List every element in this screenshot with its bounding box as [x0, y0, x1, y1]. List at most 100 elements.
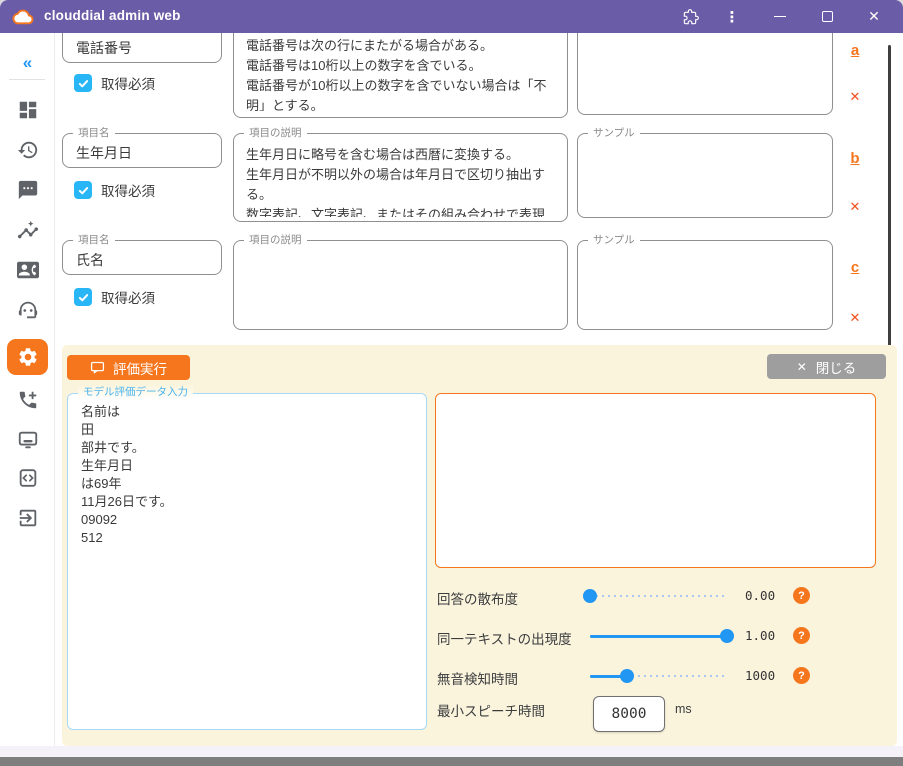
monitor-icon [90, 360, 105, 375]
run-evaluation-label: 評価実行 [113, 358, 167, 378]
required-label: 取得必須 [101, 180, 155, 200]
sidebar-item-settings-active[interactable] [0, 338, 55, 376]
required-checkbox[interactable] [74, 74, 92, 92]
field-description-text: 生年月日に略号を含む場合は西暦に変換する。 生年月日が不明以外の場合は年月日で区… [246, 145, 557, 217]
row-link-c[interactable]: c [844, 259, 866, 276]
field-name-input[interactable]: 項目名 氏名 [62, 240, 222, 275]
sidebar-item-support[interactable] [0, 293, 55, 327]
dispersion-slider[interactable] [590, 589, 727, 603]
min-speech-input[interactable] [593, 696, 665, 732]
evaluation-output-box [435, 393, 876, 568]
help-icon[interactable]: ? [793, 667, 810, 684]
slider-thumb[interactable] [720, 629, 734, 643]
taskbar-edge [0, 757, 903, 766]
field-name-input[interactable]: 電話番号 [62, 33, 222, 63]
field-sample-legend: サンプル [588, 126, 640, 141]
support-agent-icon [17, 299, 39, 321]
min-speech-unit: ms [675, 702, 692, 716]
slider-track [590, 595, 727, 597]
contact-phone-icon [17, 259, 39, 281]
row-link-b[interactable]: b [844, 150, 866, 167]
field-description-input[interactable]: 電話番号は次の行にまたがる場合がある。 電話番号は10桁以上の数字を含でいる。 … [233, 33, 568, 118]
field-definition-list: 電話番号 取得必須 電話番号は次の行にまたがる場合がある。 電話番号は10桁以上… [55, 33, 903, 345]
sidebar-item-dashboard[interactable] [0, 93, 55, 127]
sidebar-item-history[interactable] [0, 133, 55, 167]
add-call-icon [17, 389, 39, 411]
slider-label-same-text: 同一テキストの出現度 [437, 628, 572, 648]
sidebar-item-chat[interactable] [0, 173, 55, 207]
field-description-input[interactable]: 項目の説明 [233, 240, 568, 330]
window-title: clouddial admin web [44, 8, 181, 23]
field-name-value: 氏名 [76, 250, 104, 270]
developer-mode-icon [17, 467, 39, 489]
model-input-legend: モデル評価データ入力 [78, 385, 193, 400]
maximize-icon [822, 11, 833, 22]
main-content: 電話番号 取得必須 電話番号は次の行にまたがる場合がある。 電話番号は10桁以上… [55, 33, 903, 746]
field-sample-input[interactable]: サンプル [577, 133, 833, 218]
dashboard-icon [17, 99, 39, 121]
sidebar-collapse-button[interactable]: « [0, 46, 55, 80]
chat-icon [17, 179, 39, 201]
field-name-value: 生年月日 [76, 143, 132, 163]
close-window-button[interactable]: ✕ [857, 0, 891, 33]
field-description-text [246, 252, 557, 325]
delete-row-icon[interactable]: ✕ [844, 310, 866, 326]
model-evaluation-input[interactable]: モデル評価データ入力 名前は 田 部井です。 生年月日 は69年 11月26日で… [67, 393, 427, 730]
slider-value: 1000 [745, 668, 775, 683]
window-bottom-strip [0, 746, 903, 757]
field-sample-input[interactable]: サンプル [577, 240, 833, 330]
model-input-text: 名前は 田 部井です。 生年月日 は69年 11月26日です。 09092 51… [81, 403, 418, 723]
sidebar-item-add-call[interactable] [0, 383, 55, 417]
slider-label-silence: 無音検知時間 [437, 668, 518, 688]
history-icon [17, 139, 39, 161]
delete-row-icon[interactable]: ✕ [844, 89, 866, 105]
slider-label-dispersion: 回答の散布度 [437, 588, 518, 608]
slider-thumb[interactable] [583, 589, 597, 603]
sidebar-item-contacts[interactable] [0, 253, 55, 287]
display-icon [17, 429, 39, 451]
sidebar-item-display[interactable] [0, 423, 55, 457]
silence-detection-slider[interactable] [590, 669, 727, 683]
sidebar-item-developer[interactable] [0, 461, 55, 495]
field-description-legend: 項目の説明 [244, 126, 307, 141]
row-link-a[interactable]: a [844, 42, 866, 59]
field-sample-legend: サンプル [588, 233, 640, 248]
sidebar-divider [9, 79, 45, 80]
slider-value: 0.00 [745, 588, 775, 603]
same-text-slider[interactable] [590, 629, 727, 643]
app-window: clouddial admin web ⋮ ✕ « [0, 0, 903, 766]
insights-icon [17, 220, 39, 242]
slider-fill [590, 635, 727, 638]
clouddial-logo-icon [12, 6, 34, 28]
settings-gear-icon [17, 346, 39, 368]
help-icon[interactable]: ? [793, 587, 810, 604]
run-evaluation-button[interactable]: 評価実行 [67, 355, 190, 380]
required-label: 取得必須 [101, 73, 155, 93]
menu-kebab-icon[interactable]: ⋮ [715, 0, 749, 33]
maximize-button[interactable] [810, 0, 844, 33]
evaluation-panel: 評価実行 ✕ 閉じる モデル評価データ入力 名前は 田 部井です。 生年月日 は… [62, 345, 897, 746]
vertical-scrollbar-thumb[interactable] [888, 45, 891, 360]
sidebar: « [0, 33, 55, 746]
close-panel-button[interactable]: ✕ 閉じる [767, 354, 886, 379]
extension-icon[interactable] [674, 0, 708, 33]
minimize-button[interactable] [763, 0, 797, 33]
field-name-input[interactable]: 項目名 生年月日 [62, 133, 222, 168]
field-name-legend: 項目名 [73, 233, 115, 248]
required-label: 取得必須 [101, 287, 155, 307]
slider-value: 1.00 [745, 628, 775, 643]
logout-icon [17, 507, 39, 529]
help-icon[interactable]: ? [793, 627, 810, 644]
minimize-icon [774, 16, 786, 18]
delete-row-icon[interactable]: ✕ [844, 199, 866, 215]
close-icon: ✕ [797, 360, 807, 374]
slider-thumb[interactable] [620, 669, 634, 683]
title-bar: clouddial admin web ⋮ ✕ [0, 0, 903, 33]
sidebar-item-logout[interactable] [0, 501, 55, 535]
field-description-input[interactable]: 項目の説明 生年月日に略号を含む場合は西暦に変換する。 生年月日が不明以外の場合… [233, 133, 568, 222]
required-checkbox[interactable] [74, 288, 92, 306]
sidebar-item-analytics[interactable] [0, 214, 55, 248]
field-sample-input[interactable] [577, 33, 833, 115]
field-name-legend: 項目名 [73, 126, 115, 141]
required-checkbox[interactable] [74, 181, 92, 199]
